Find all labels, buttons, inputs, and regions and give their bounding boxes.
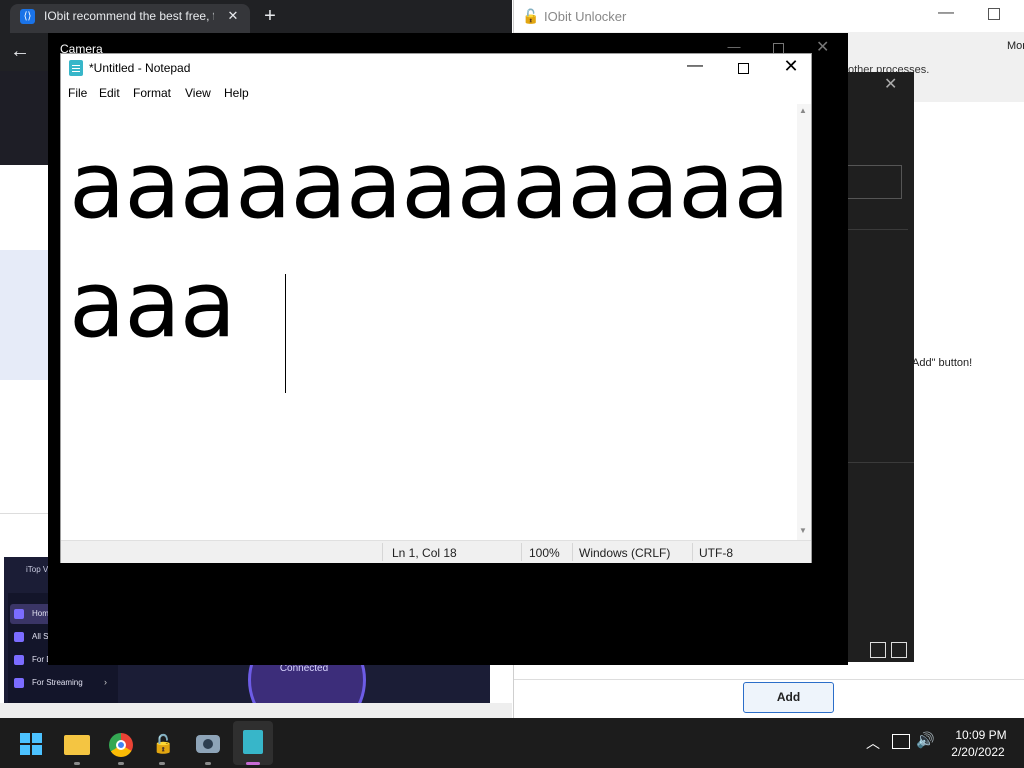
vertical-scrollbar[interactable]: ▲ ▼ bbox=[797, 104, 811, 540]
divider bbox=[848, 229, 908, 230]
maximize-button[interactable] bbox=[988, 8, 1000, 20]
maximize-button[interactable] bbox=[738, 63, 749, 74]
status-zoom: 100% bbox=[529, 546, 560, 560]
status-divider bbox=[692, 543, 693, 561]
notepad-window: *Untitled - Notepad — ✕ File Edit Format… bbox=[60, 53, 812, 563]
close-button[interactable]: ✕ bbox=[781, 56, 801, 77]
back-arrow-icon[interactable]: ← bbox=[10, 40, 32, 62]
clock-time[interactable]: 10:09 PM bbox=[950, 728, 1012, 742]
globe-icon bbox=[14, 631, 24, 642]
chevron-right-icon: › bbox=[104, 677, 107, 687]
network-icon[interactable] bbox=[892, 734, 910, 749]
menu-help[interactable]: Help bbox=[224, 86, 249, 100]
volume-icon[interactable]: 🔊 bbox=[916, 731, 935, 749]
active-indicator bbox=[246, 762, 260, 765]
divider bbox=[848, 462, 914, 463]
play-icon bbox=[14, 677, 24, 688]
dark-dialog: ✕ bbox=[848, 72, 914, 662]
status-encoding: UTF-8 bbox=[699, 546, 733, 560]
notepad-icon bbox=[69, 60, 83, 76]
download-icon bbox=[14, 654, 24, 665]
notepad-icon[interactable] bbox=[243, 730, 263, 754]
editor-content[interactable]: aaaaaaaaaaaaaaaa bbox=[69, 126, 790, 364]
running-indicator bbox=[205, 762, 211, 765]
text-editor[interactable]: aaaaaaaaaaaaaaaa bbox=[61, 104, 797, 540]
status-divider bbox=[572, 543, 573, 561]
add-button[interactable]: Add bbox=[743, 682, 834, 713]
status-bar: Ln 1, Col 18 100% Windows (CRLF) UTF-8 bbox=[61, 540, 811, 563]
status-position: Ln 1, Col 18 bbox=[392, 546, 457, 560]
home-icon bbox=[14, 608, 24, 619]
file-explorer-icon[interactable] bbox=[64, 735, 90, 755]
running-indicator bbox=[159, 762, 165, 765]
status-line-ending: Windows (CRLF) bbox=[579, 546, 671, 560]
minimize-button[interactable]: — bbox=[936, 4, 956, 26]
menu-bar: File Edit Format View Help bbox=[61, 84, 811, 104]
browser-tab-title[interactable]: IObit recommend the best free, f bbox=[44, 9, 214, 25]
status-divider bbox=[382, 543, 383, 561]
menu-edit[interactable]: Edit bbox=[99, 86, 120, 100]
footer-divider bbox=[514, 679, 1024, 680]
camera-close-button[interactable]: ✕ bbox=[816, 37, 829, 57]
tab-close-icon[interactable]: ✕ bbox=[226, 7, 240, 25]
more-link[interactable]: Mor bbox=[1007, 40, 1024, 52]
running-indicator bbox=[74, 762, 80, 765]
add-hint-text: Add" button! bbox=[912, 357, 973, 369]
menu-file[interactable]: File bbox=[68, 86, 87, 100]
chevron-up-icon[interactable]: ︿ bbox=[866, 733, 880, 753]
unlock-icon: 🔓 bbox=[522, 8, 540, 24]
iobit-title: IObit Unlocker bbox=[544, 9, 627, 24]
close-icon[interactable]: ✕ bbox=[884, 74, 897, 94]
clock-date[interactable]: 2/20/2022 bbox=[944, 745, 1012, 759]
camera-minimize-button[interactable]: — bbox=[726, 39, 742, 54]
iobit-unlocker-icon[interactable]: 🔓 bbox=[152, 731, 174, 757]
window-title: *Untitled - Notepad bbox=[89, 61, 191, 75]
camera-icon[interactable] bbox=[196, 735, 220, 753]
dialog-input[interactable] bbox=[848, 165, 902, 199]
detail-view-icon[interactable] bbox=[891, 642, 907, 658]
minimize-button[interactable]: — bbox=[685, 57, 705, 75]
scroll-down-icon[interactable]: ▼ bbox=[799, 526, 807, 535]
running-indicator bbox=[118, 762, 124, 765]
new-tab-button[interactable]: + bbox=[260, 5, 280, 27]
horizontal-scrollbar[interactable] bbox=[0, 703, 512, 718]
itop-nav-streaming[interactable]: For Streaming bbox=[10, 673, 114, 693]
taskbar: 🔓 ︿ 🔊 10:09 PM 2/20/2022 bbox=[0, 718, 1024, 768]
status-divider bbox=[521, 543, 522, 561]
iobit-favicon-icon: ⟨⟩ bbox=[20, 9, 35, 24]
menu-view[interactable]: View bbox=[185, 86, 211, 100]
scroll-up-icon[interactable]: ▲ bbox=[799, 106, 807, 115]
windows-start-icon[interactable] bbox=[20, 733, 42, 755]
menu-format[interactable]: Format bbox=[133, 86, 171, 100]
list-view-icon[interactable] bbox=[870, 642, 886, 658]
itop-title: iTop V bbox=[26, 565, 49, 574]
text-caret bbox=[285, 274, 286, 393]
chrome-icon[interactable] bbox=[109, 733, 133, 757]
